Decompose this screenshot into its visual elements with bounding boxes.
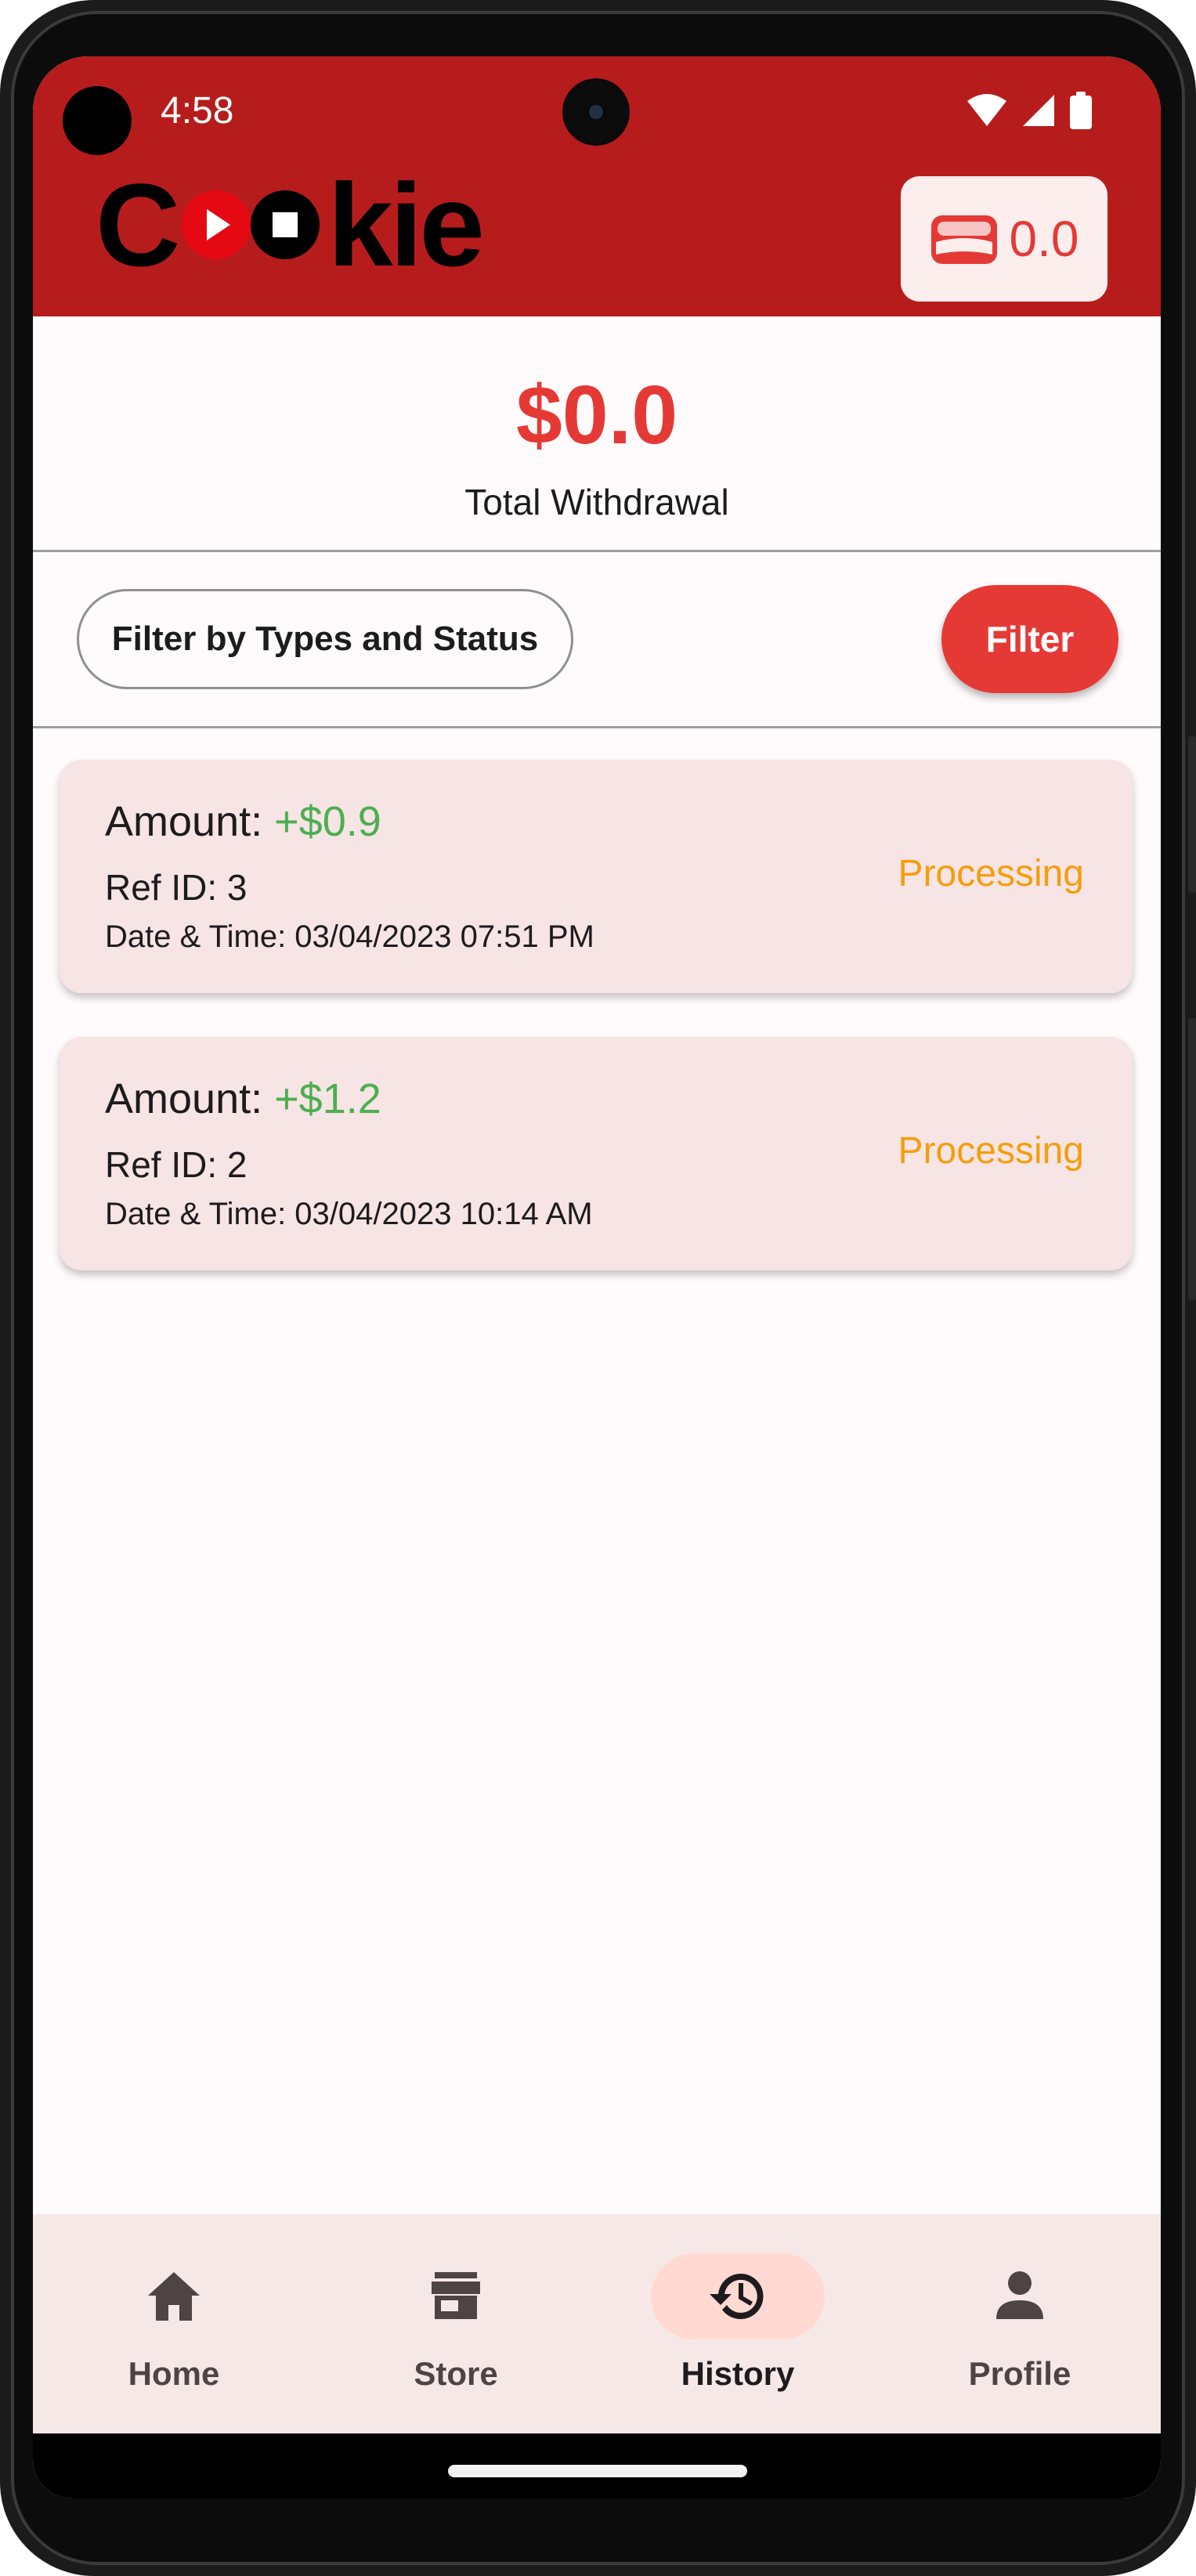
store-icon [432, 2272, 480, 2319]
status-time: 4:58 [161, 90, 234, 132]
bottom-navigation: Home Store History Profile [33, 2214, 1161, 2433]
divider [33, 726, 1161, 728]
transaction-ref-id: Ref ID: 2 [105, 1144, 248, 1185]
nav-label-history: History [681, 2355, 795, 2392]
power-button [1188, 1018, 1196, 1300]
amount-label: Amount: [105, 1075, 263, 1122]
transaction-datetime: Date & Time: 03/04/2023 10:14 AM [105, 1197, 593, 1231]
nav-label-profile: Profile [968, 2355, 1071, 2392]
front-camera [562, 78, 630, 146]
status-dot [63, 86, 132, 155]
transaction-amount: Amount: +$1.2 [105, 1075, 381, 1123]
transaction-amount: Amount: +$0.9 [105, 797, 381, 846]
transaction-datetime: Date & Time: 03/04/2023 07:51 PM [105, 919, 594, 954]
nav-item-store[interactable]: Store [315, 2214, 597, 2433]
logo-text-left: C [96, 158, 180, 291]
nav-label-home: Home [128, 2355, 220, 2392]
status-icons [967, 92, 1092, 129]
nav-item-profile[interactable]: Profile [879, 2214, 1161, 2433]
volume-button [1188, 736, 1196, 893]
amount-label: Amount: [105, 798, 263, 845]
wifi-icon [967, 94, 1006, 126]
logo-text-right: kie [327, 158, 485, 291]
transaction-status: Processing [898, 853, 1084, 894]
app-screen: 4:58 C kie 0.0 $0.0 Total Withdrawal Fil… [33, 56, 1161, 2498]
transaction-status: Processing [898, 1130, 1084, 1172]
filter-type-status-select[interactable]: Filter by Types and Status [77, 589, 573, 689]
history-icon [710, 2273, 764, 2319]
filter-button[interactable]: Filter [941, 585, 1118, 693]
amount-value: +$0.9 [274, 798, 381, 845]
person-icon [996, 2271, 1043, 2319]
nav-item-history[interactable]: History [597, 2214, 879, 2433]
battery-icon [1070, 92, 1092, 129]
nav-item-home[interactable]: Home [33, 2214, 315, 2433]
divider [33, 550, 1161, 552]
total-withdrawal-amount: $0.0 [515, 369, 678, 461]
transaction-ref-id: Ref ID: 3 [105, 867, 248, 908]
wallet-balance-button[interactable]: 0.0 [901, 176, 1107, 302]
transaction-card[interactable]: Amount: +$0.9 Ref ID: 3 Date & Time: 03/… [60, 760, 1133, 993]
amount-value: +$1.2 [274, 1075, 381, 1122]
app-logo: C kie [96, 159, 485, 291]
logo-play-icon [180, 186, 324, 264]
wallet-icon [930, 215, 997, 264]
app-header: 4:58 C kie 0.0 [33, 56, 1161, 316]
nav-label-store: Store [414, 2355, 498, 2392]
transaction-card[interactable]: Amount: +$1.2 Ref ID: 2 Date & Time: 03/… [60, 1037, 1133, 1270]
home-gesture-bar[interactable] [448, 2465, 747, 2477]
wallet-balance-value: 0.0 [1009, 211, 1079, 267]
home-icon [148, 2272, 200, 2321]
signal-icon [1023, 95, 1054, 126]
total-withdrawal-label: Total Withdrawal [464, 482, 729, 522]
